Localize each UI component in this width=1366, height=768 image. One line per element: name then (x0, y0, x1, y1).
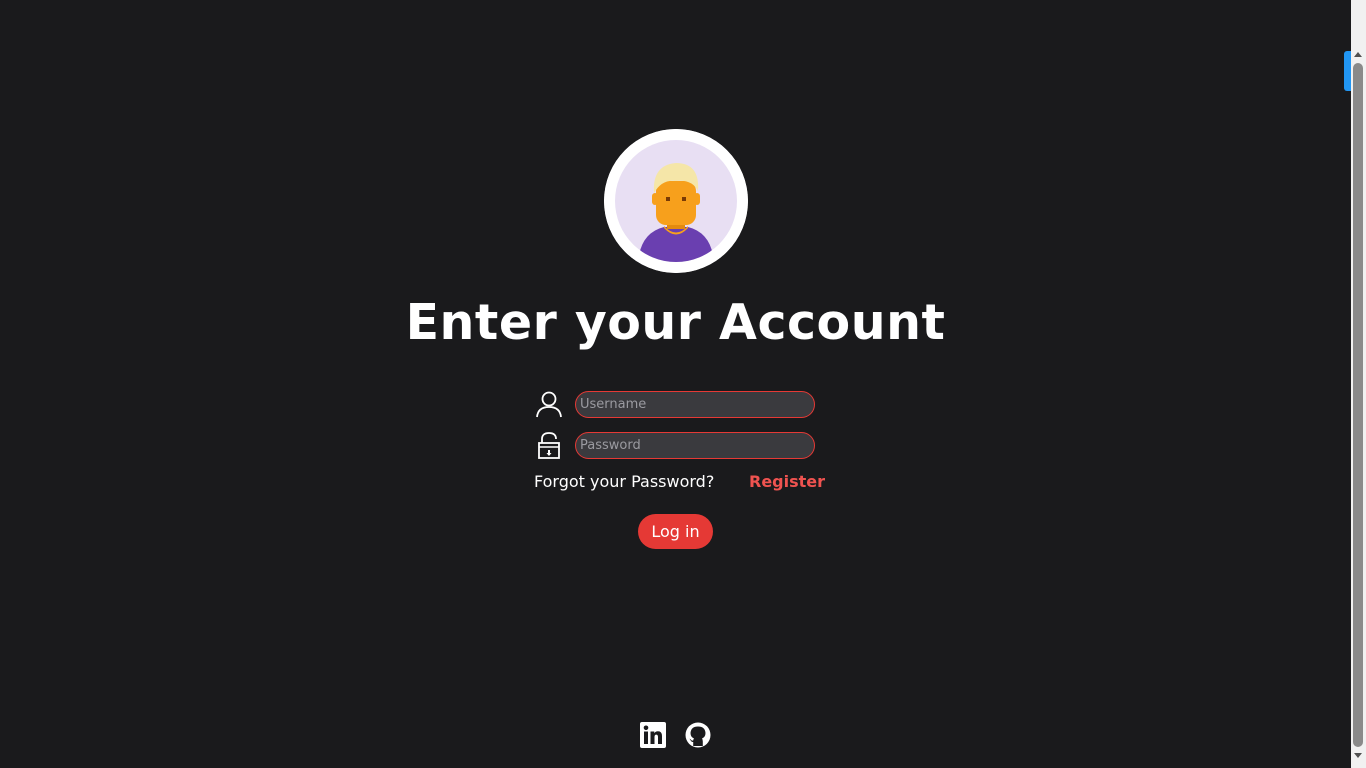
register-link[interactable]: Register (749, 471, 825, 493)
avatar (604, 129, 748, 273)
page-title: Enter your Account (405, 294, 946, 351)
linkedin-icon[interactable] (640, 722, 666, 748)
password-input[interactable] (575, 432, 815, 459)
login-page: Enter your Account Forgot your Password?… (0, 0, 1366, 768)
username-row (534, 391, 824, 419)
scroll-up-icon[interactable] (1354, 52, 1362, 57)
password-row (534, 432, 824, 460)
login-button[interactable]: Log in (638, 514, 713, 549)
user-icon (536, 391, 562, 418)
username-input[interactable] (575, 391, 815, 418)
links-row: Forgot your Password? Register (0, 471, 1351, 495)
github-icon[interactable] (685, 722, 711, 748)
scroll-down-icon[interactable] (1354, 753, 1362, 758)
user-avatar-icon (604, 129, 748, 273)
forgot-password-link[interactable]: Forgot your Password? (534, 471, 714, 493)
main-content: Enter your Account Forgot your Password?… (0, 0, 1351, 768)
vertical-scrollbar[interactable] (1351, 0, 1366, 768)
lock-icon (538, 432, 560, 459)
scroll-accent-tab (1344, 51, 1351, 91)
scroll-thumb[interactable] (1353, 63, 1363, 747)
